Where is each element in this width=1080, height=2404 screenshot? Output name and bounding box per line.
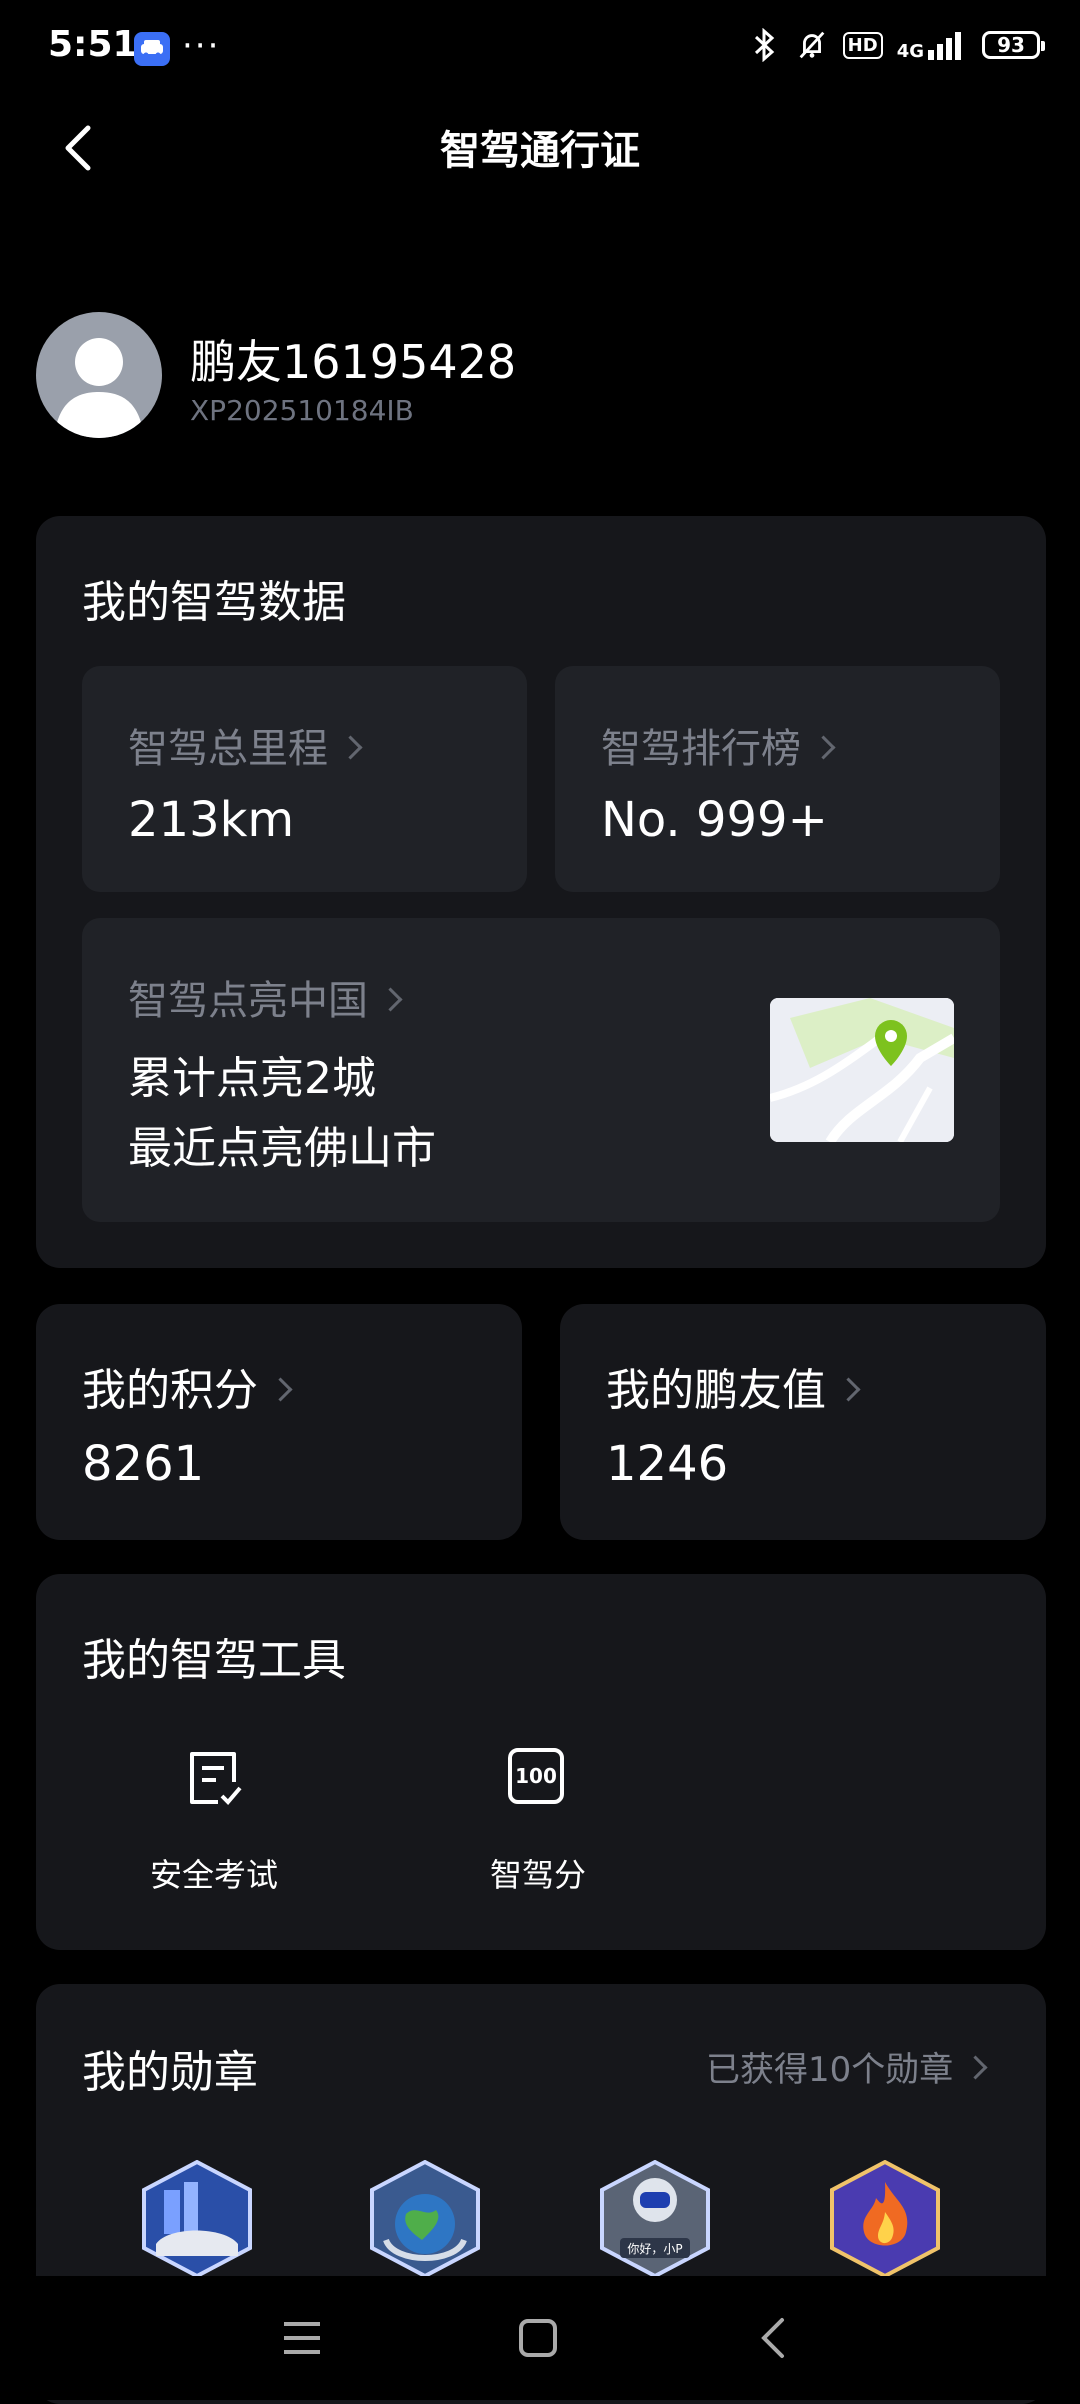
earth-medal-icon[interactable]: [366, 2159, 484, 2279]
status-icons: HD 4G 93: [747, 28, 1045, 62]
bluetooth-icon: [747, 28, 781, 62]
battery-level: 93: [997, 33, 1025, 57]
points-card[interactable]: [36, 1304, 522, 1540]
cities-lit-text: 累计点亮2城: [128, 1053, 376, 1104]
network-type: 4G: [896, 41, 924, 62]
avatar[interactable]: [36, 312, 162, 438]
medals-summary-link[interactable]: 已获得10个勋章: [706, 2042, 988, 2091]
hd-badge: HD: [842, 31, 883, 59]
safety-exam-label: 安全考试: [149, 1856, 278, 1894]
ranking-value: No. 999+: [601, 792, 828, 848]
driving-score-tool[interactable]: 100 智驾分: [448, 1748, 628, 1898]
fire-medal-icon[interactable]: [826, 2159, 944, 2279]
exam-checklist-icon: [184, 1748, 244, 1812]
user-id: XP202510184IB: [190, 394, 414, 427]
car-city-medal-icon[interactable]: [138, 2159, 256, 2279]
mileage-value: 213km: [128, 792, 295, 848]
score-100-icon: 100: [508, 1748, 564, 1804]
chevron-right-icon: [811, 734, 836, 760]
points-label: 我的积分: [82, 1354, 293, 1418]
robot-medal-icon[interactable]: 你好，小P: [596, 2159, 714, 2279]
robot-medal-text: 你好，小P: [627, 2242, 682, 2256]
status-time: 5:51: [48, 24, 138, 65]
system-navigation-bar: [0, 2276, 1080, 2400]
recent-city-text: 最近点亮佛山市: [128, 1123, 436, 1174]
car-app-icon: [134, 32, 170, 66]
points-value: 8261: [82, 1436, 205, 1492]
more-notifications-icon: ···: [182, 26, 221, 66]
chevron-right-icon: [378, 986, 403, 1012]
friend-value-card[interactable]: [560, 1304, 1046, 1540]
safety-exam-tool[interactable]: 安全考试: [124, 1748, 304, 1898]
system-back-icon[interactable]: [752, 2316, 796, 2364]
tools-title: 我的智驾工具: [82, 1635, 346, 1686]
medals-title: 我的勋章: [82, 2047, 258, 2098]
friend-value-number: 1246: [606, 1436, 729, 1492]
chevron-right-icon: [963, 2055, 988, 2080]
mileage-card[interactable]: [82, 666, 527, 892]
mute-bell-icon: [795, 28, 829, 62]
username: 鹏友16195428: [190, 335, 517, 389]
home-icon[interactable]: [516, 2316, 560, 2364]
chevron-right-icon: [836, 1376, 861, 1402]
ranking-label: 智驾排行榜: [601, 716, 836, 774]
driving-score-label: 智驾分: [489, 1856, 586, 1894]
mileage-label: 智驾总里程: [128, 716, 363, 774]
ranking-card[interactable]: [555, 666, 1000, 892]
light-up-label: 智驾点亮中国: [128, 968, 403, 1026]
driving-data-title: 我的智驾数据: [82, 577, 346, 628]
friend-value-label: 我的鹏友值: [606, 1354, 861, 1418]
chevron-right-icon: [338, 734, 363, 760]
menu-icon[interactable]: [280, 2316, 324, 2364]
map-thumbnail[interactable]: [770, 998, 954, 1142]
battery-indicator: 93: [982, 31, 1045, 59]
signal-icon: 4G: [896, 30, 968, 62]
page-title: 智驾通行证: [440, 128, 640, 174]
chevron-right-icon: [268, 1376, 293, 1402]
